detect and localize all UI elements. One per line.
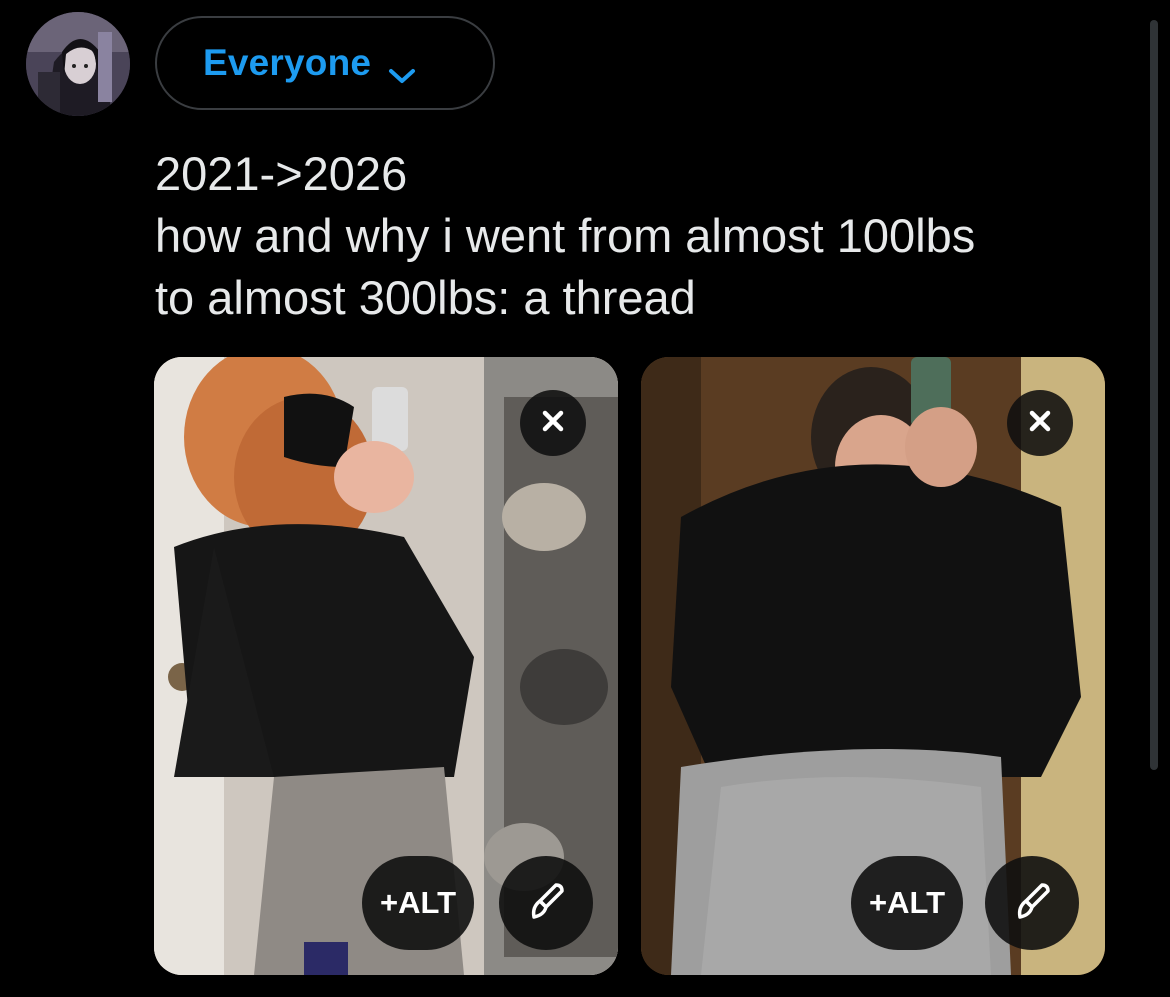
chevron-down-icon bbox=[387, 53, 417, 83]
tweet-text-input[interactable]: 2021->2026 how and why i went from almos… bbox=[155, 143, 1135, 329]
edit-media-button[interactable] bbox=[499, 856, 593, 950]
audience-label: Everyone bbox=[203, 42, 372, 83]
avatar[interactable] bbox=[26, 12, 130, 116]
media-attachment-2[interactable]: +ALT bbox=[641, 357, 1105, 975]
add-alt-text-button[interactable]: +ALT bbox=[362, 856, 474, 950]
remove-media-button[interactable] bbox=[520, 390, 586, 456]
brush-icon bbox=[1012, 881, 1052, 926]
add-alt-text-button[interactable]: +ALT bbox=[851, 856, 963, 950]
media-attachment-1[interactable]: +ALT bbox=[154, 357, 618, 975]
scrollbar[interactable] bbox=[1150, 20, 1158, 770]
compose-screen: Everyone 2021->2026 how and why i went f… bbox=[0, 0, 1170, 997]
close-icon bbox=[541, 409, 565, 438]
close-icon bbox=[1028, 409, 1052, 438]
audience-selector-button[interactable]: Everyone bbox=[155, 16, 495, 110]
remove-media-button[interactable] bbox=[1007, 390, 1073, 456]
brush-icon bbox=[526, 881, 566, 926]
edit-media-button[interactable] bbox=[985, 856, 1079, 950]
